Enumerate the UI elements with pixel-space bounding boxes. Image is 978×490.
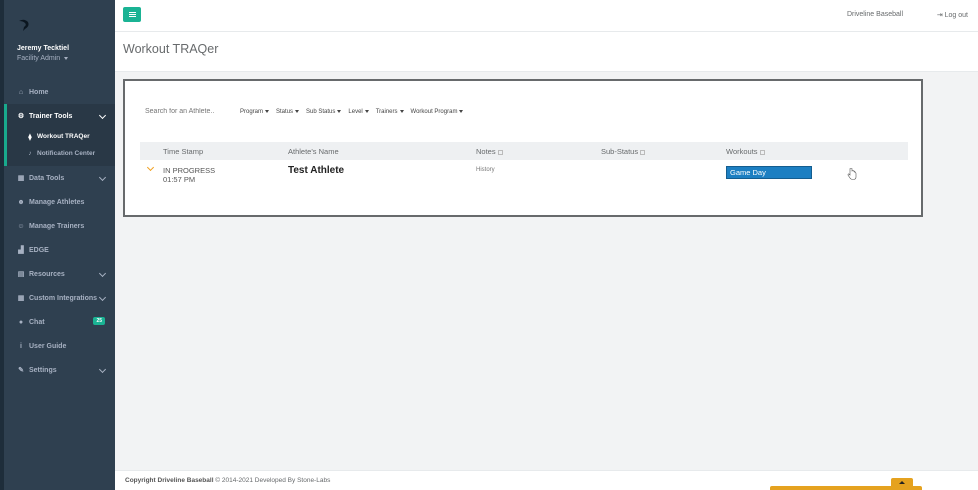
column-header-notes[interactable]: Notes: [476, 147, 503, 156]
chevron-down-icon: [98, 173, 107, 182]
sidebar-item-settings[interactable]: ✎ Settings: [4, 358, 115, 382]
chevron-down-icon: [98, 269, 107, 278]
caret-down-icon: [265, 110, 270, 113]
hamburger-icon: [128, 12, 136, 17]
wrench-icon: ✎: [18, 367, 24, 374]
hand-pointer-icon: [847, 168, 857, 180]
user-role-dropdown[interactable]: Facility Admin: [17, 55, 115, 62]
chevron-down-icon: [98, 111, 107, 120]
filter-bar: Program Status Sub Status Level Trainers…: [145, 108, 470, 115]
grid-icon: ▦: [17, 295, 25, 302]
users-icon: ☻: [17, 198, 25, 206]
caret-down-icon: [459, 110, 464, 113]
sidebar-item-workout-traqer[interactable]: ⧫ Workout TRAQer: [7, 128, 115, 145]
chat-count-badge: 25: [93, 317, 105, 325]
filter-level[interactable]: Level: [348, 109, 369, 115]
feedback-toggle-button[interactable]: [891, 478, 913, 487]
book-icon: ▤: [17, 271, 25, 278]
filter-sub-status[interactable]: Sub Status: [306, 109, 342, 115]
table-row: IN PROGRESS 01:57 PM Test Athlete Histor…: [140, 161, 908, 191]
footer-copyright: Copyright Driveline Baseball © 2014-2021…: [125, 477, 331, 484]
filter-workout-program[interactable]: Workout Program: [411, 109, 464, 115]
sidebar-item-home[interactable]: ⌂ Home: [4, 80, 115, 104]
sidebar-item-resources[interactable]: ▤ Resources: [4, 262, 115, 286]
user-name[interactable]: Jeremy Tecktiel: [17, 45, 115, 52]
sidebar-item-trainer-tools[interactable]: ⚙ Trainer Tools: [7, 104, 115, 128]
table-header: Time Stamp Athlete's Name Notes Sub-Stat…: [140, 142, 908, 160]
expand-chevron-icon[interactable]: [146, 163, 155, 172]
sort-icon: [759, 149, 765, 155]
top-navbar: Driveline Baseball ⇥ Log out: [115, 0, 978, 32]
profile-block: Jeremy Tecktiel Facility Admin: [4, 0, 115, 78]
sidebar-item-edge[interactable]: ▟ EDGE: [4, 238, 115, 262]
organization-name: Driveline Baseball: [846, 11, 903, 18]
sidebar-item-custom-integrations[interactable]: ▦ Custom Integrations: [4, 286, 115, 310]
sidebar-item-chat[interactable]: ● Chat 25: [4, 310, 115, 334]
sort-icon: [640, 149, 646, 155]
sort-icon: [497, 149, 503, 155]
bell-icon: ♪: [28, 150, 32, 157]
sidebar-item-user-guide[interactable]: i User Guide: [4, 334, 115, 358]
sidebar-item-manage-trainers[interactable]: ☺ Manage Trainers: [4, 214, 115, 238]
column-header-time-stamp[interactable]: Time Stamp: [163, 147, 203, 156]
filter-program[interactable]: Program: [240, 109, 270, 115]
user-plus-icon: ☺: [17, 222, 25, 230]
chat-icon: ●: [18, 318, 24, 326]
row-status: IN PROGRESS: [163, 166, 216, 175]
chevron-down-icon: [98, 293, 107, 302]
trainer-tools-group: ⚙ Trainer Tools ⧫ Workout TRAQer ♪ Notifica…: [4, 104, 115, 166]
home-icon: ⌂: [18, 88, 24, 96]
chevron-down-icon: [98, 365, 107, 374]
sidebar: Jeremy Tecktiel Facility Admin ⌂ Home ⚙ Tr…: [0, 0, 115, 490]
athlete-search-input[interactable]: [145, 108, 240, 115]
caret-down-icon: [295, 110, 300, 113]
filter-status[interactable]: Status: [276, 109, 300, 115]
menu-toggle-button[interactable]: [123, 7, 141, 22]
page-title: Workout TRAQer: [123, 42, 219, 56]
caret-down-icon: [399, 110, 404, 113]
column-header-athlete-name[interactable]: Athlete's Name: [288, 147, 339, 156]
sidebar-item-data-tools[interactable]: ▦ Data Tools: [4, 166, 115, 190]
caret-down-icon: [337, 110, 342, 113]
logout-icon: ⇥: [936, 12, 943, 19]
table-icon: ▦: [17, 175, 25, 182]
sidebar-item-notification-center[interactable]: ♪ Notification Center: [7, 145, 115, 162]
tools-icon: ⚙: [17, 113, 25, 120]
column-header-sub-status[interactable]: Sub-Status: [601, 147, 646, 156]
chart-icon: ▟: [18, 247, 24, 254]
row-time: 01:57 PM: [163, 175, 196, 184]
caret-down-icon: [364, 110, 369, 113]
row-athlete-name[interactable]: Test Athlete: [288, 165, 344, 176]
workout-button[interactable]: Game Day: [726, 166, 812, 179]
row-notes-history-link[interactable]: History: [476, 167, 495, 173]
sidebar-item-manage-athletes[interactable]: ☻ Manage Athletes: [4, 190, 115, 214]
traqer-panel: Program Status Sub Status Level Trainers…: [123, 79, 923, 217]
logo-icon: [19, 19, 29, 31]
info-icon: i: [20, 342, 22, 350]
logout-link[interactable]: ⇥ Log out: [937, 11, 968, 19]
column-header-workouts[interactable]: Workouts: [726, 147, 765, 156]
page-header: Workout TRAQer: [115, 32, 978, 72]
pin-icon: ⧫: [28, 133, 32, 141]
filter-trainers[interactable]: Trainers: [376, 109, 404, 115]
